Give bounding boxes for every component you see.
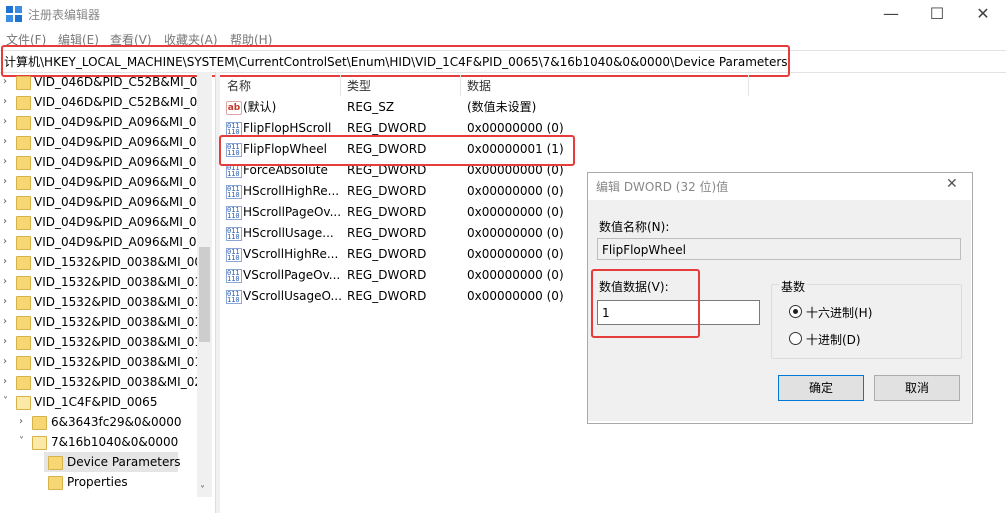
- value-name-field: FlipFlopWheel: [597, 238, 961, 260]
- folder-icon: [32, 416, 47, 430]
- column-type[interactable]: 类型: [347, 77, 371, 94]
- title-bar: [0, 0, 1006, 30]
- binary-value-icon: 011 110: [226, 269, 242, 283]
- window-title: 注册表编辑器: [28, 8, 101, 22]
- tree-item-selected[interactable]: Device Parameters: [44, 452, 181, 472]
- folder-icon: [16, 236, 31, 250]
- registry-tree: › VID_046D&PID_C52B&MI_02 › VID_046D&PID_C…: [3, 75, 205, 490]
- folder-icon: [16, 116, 31, 130]
- folder-icon: [16, 316, 31, 330]
- binary-value-icon: 011 110: [226, 248, 242, 262]
- string-value-icon: ab: [226, 101, 242, 115]
- folder-icon: [16, 136, 31, 150]
- folder-icon: [16, 96, 31, 110]
- minimize-button[interactable]: —: [868, 0, 914, 30]
- dialog-title: 编辑 DWORD (32 位)值: [596, 180, 729, 194]
- folder-icon: [16, 76, 31, 90]
- column-divider[interactable]: [460, 74, 461, 96]
- folder-icon: [48, 456, 63, 470]
- folder-icon: [16, 276, 31, 290]
- folder-icon: [16, 156, 31, 170]
- base-label: 基数: [779, 278, 808, 295]
- column-data[interactable]: 数据: [467, 77, 491, 94]
- binary-value-icon: 011 110: [226, 185, 242, 199]
- folder-icon: [16, 336, 31, 350]
- binary-value-icon: 011 110: [226, 227, 242, 241]
- scroll-down-icon[interactable]: ˅: [200, 485, 205, 496]
- binary-value-icon: 011 110: [226, 164, 242, 178]
- radio-hex-label[interactable]: 十六进制(H): [806, 304, 872, 321]
- folder-open-icon: [16, 396, 31, 410]
- dialog-close-button[interactable]: ✕: [946, 176, 958, 192]
- highlight-box-value-data: [591, 269, 700, 338]
- folder-icon: [16, 356, 31, 370]
- maximize-button[interactable]: ☐: [914, 0, 960, 30]
- binary-value-icon: 011 110: [226, 290, 242, 304]
- binary-value-icon: 011 110: [226, 206, 242, 220]
- list-row[interactable]: ab (默认) REG_SZ (数值未设置): [224, 97, 744, 118]
- folder-icon: [16, 216, 31, 230]
- folder-icon: [48, 476, 63, 490]
- ok-button[interactable]: 确定: [778, 375, 864, 401]
- folder-icon: [16, 296, 31, 310]
- base-groupbox: [771, 284, 962, 359]
- folder-open-icon: [32, 436, 47, 450]
- column-name[interactable]: 名称: [227, 77, 251, 94]
- radio-hex[interactable]: [789, 305, 802, 318]
- tree-scrollbar-thumb[interactable]: [199, 247, 210, 342]
- highlight-box-flipflopwheel: [219, 135, 575, 166]
- folder-icon: [16, 256, 31, 270]
- folder-icon: [16, 196, 31, 210]
- radio-dec[interactable]: [789, 332, 802, 345]
- folder-icon: [16, 176, 31, 190]
- value-name-label: 数值名称(N):: [599, 220, 670, 234]
- column-divider[interactable]: [748, 74, 749, 96]
- column-divider[interactable]: [340, 74, 341, 96]
- close-button[interactable]: ✕: [960, 0, 1006, 30]
- radio-dec-label[interactable]: 十进制(D): [806, 331, 861, 348]
- binary-value-icon: 011 110: [226, 122, 242, 136]
- folder-icon: [16, 376, 31, 390]
- cancel-button[interactable]: 取消: [874, 375, 960, 401]
- regedit-app-icon: [6, 6, 22, 22]
